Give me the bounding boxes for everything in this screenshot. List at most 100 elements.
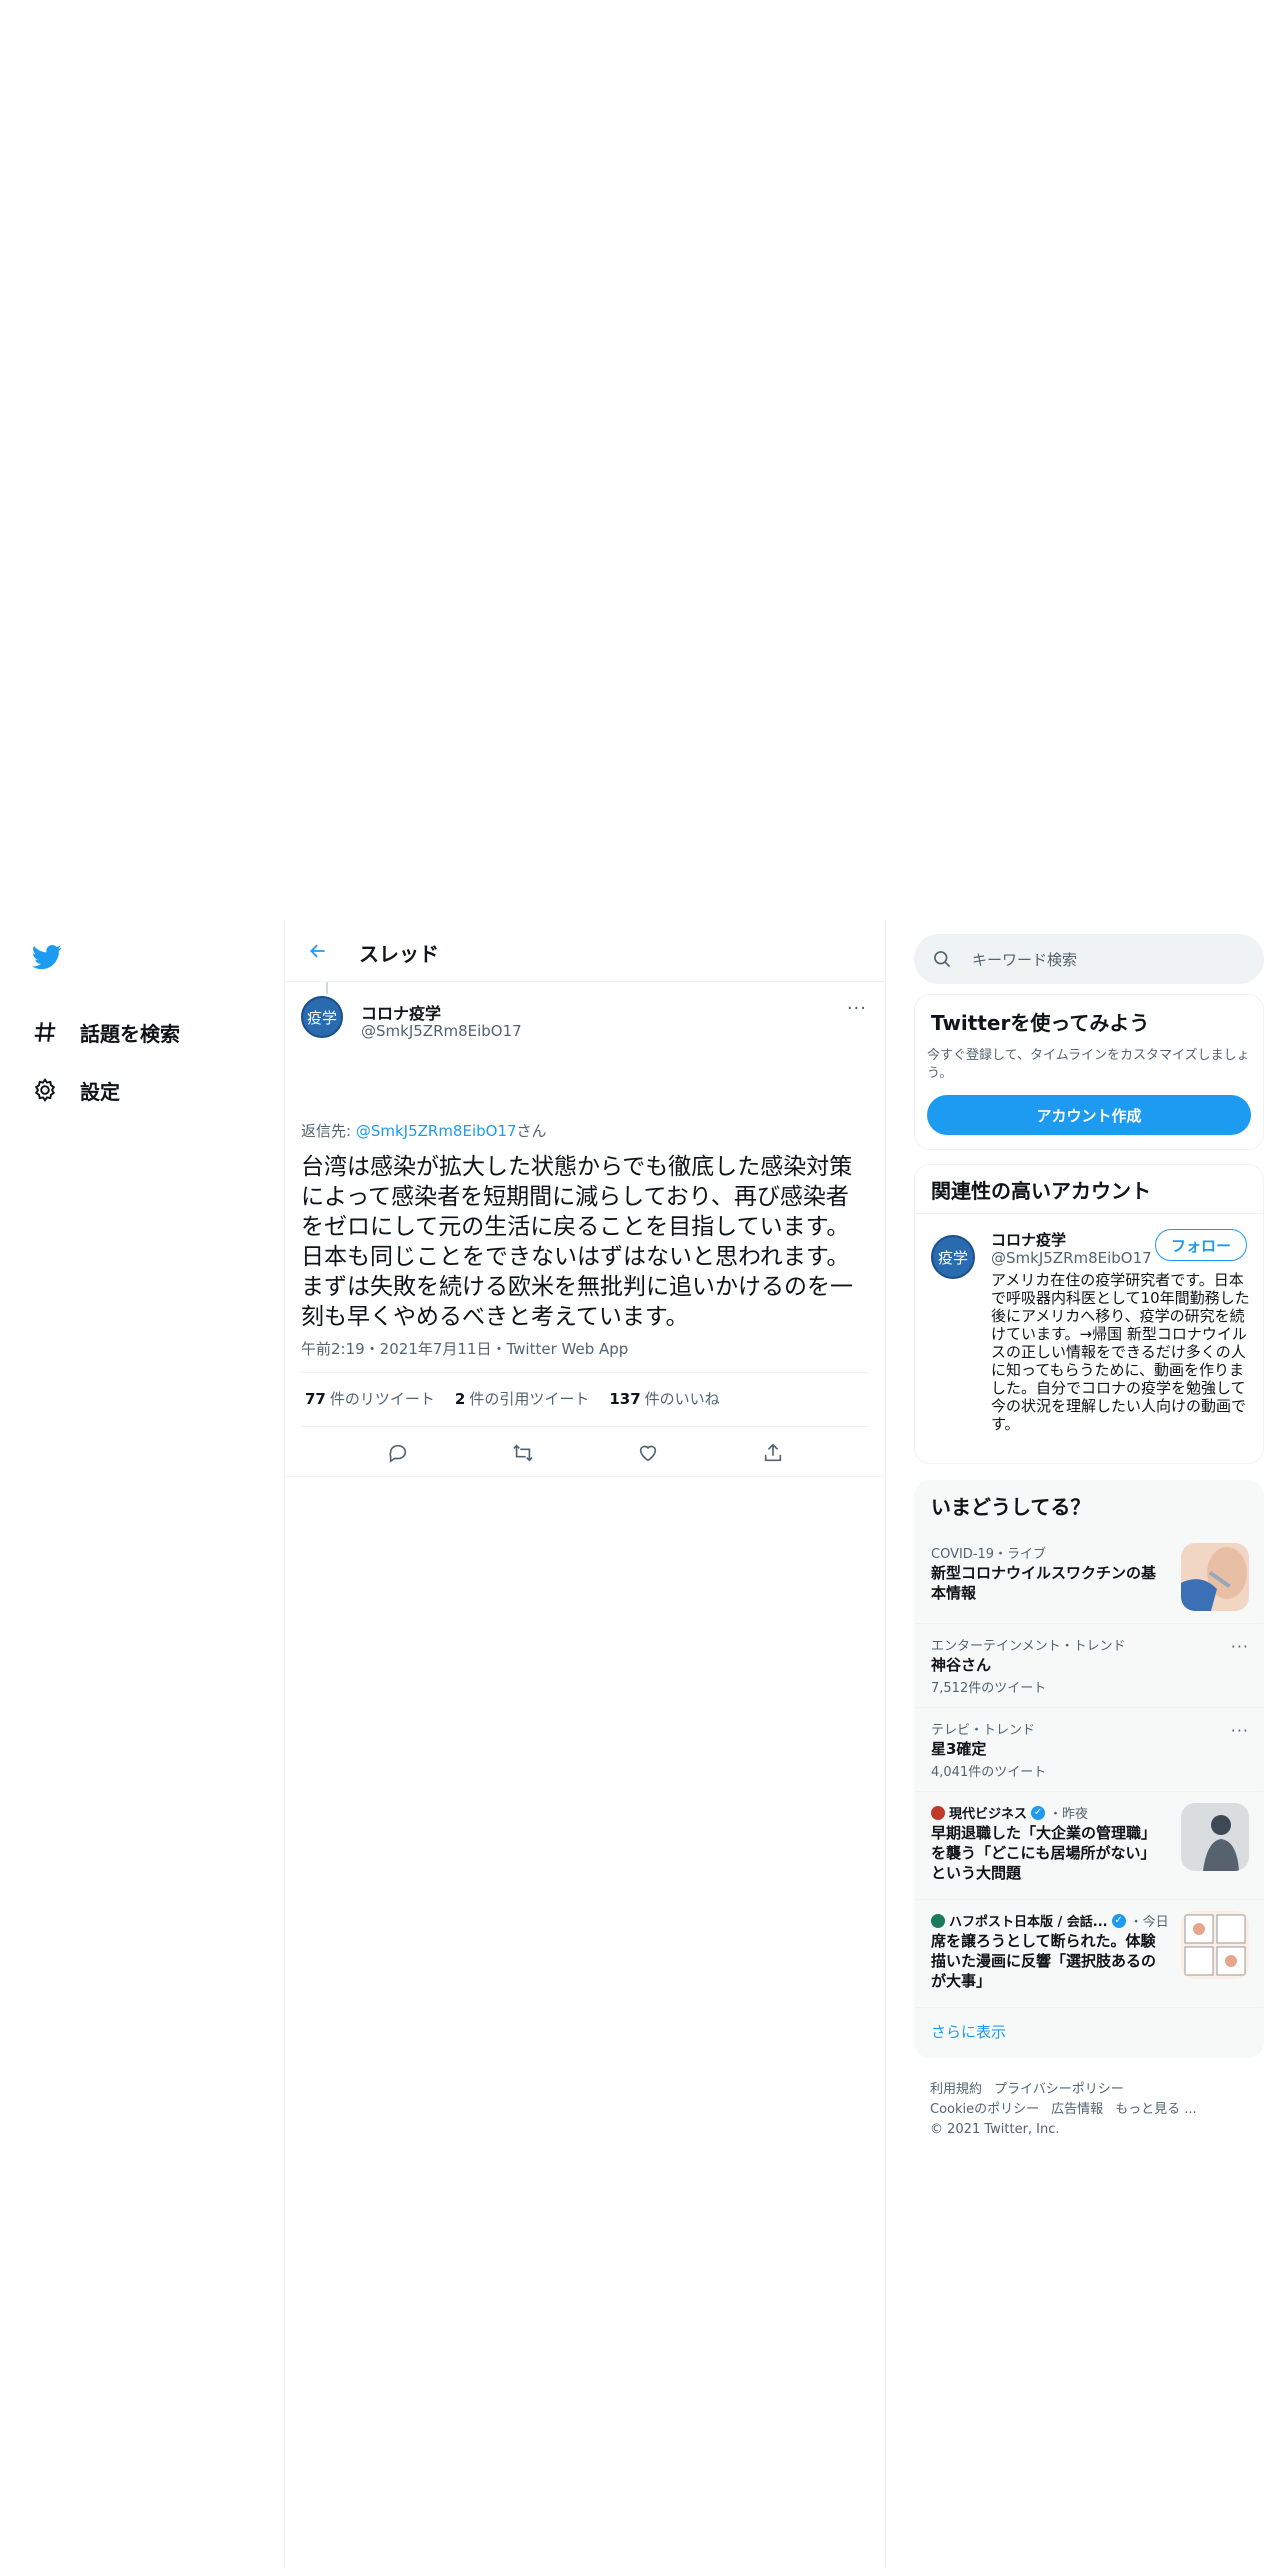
thread-line xyxy=(326,982,328,994)
show-more-link[interactable]: さらに表示 xyxy=(931,2021,1006,2042)
trend-title: 星3確定 xyxy=(931,1740,987,1758)
author-name[interactable]: コロナ疫学 xyxy=(361,1000,441,1024)
thread-header: スレッド xyxy=(285,920,885,982)
tweet-stats: 77 件のリツイート 2 件の引用ツイート 137 件のいいね xyxy=(305,1388,740,1409)
source-name: 現代ビジネス xyxy=(949,1807,1028,1822)
nav-item-explore[interactable]: 話題を検索 xyxy=(30,1010,180,1054)
page-title: スレッド xyxy=(359,942,439,966)
footer-link-cookies[interactable]: Cookieのポリシー xyxy=(930,2102,1039,2117)
trend-title: 新型コロナウイルスワクチンの基本情報 xyxy=(931,1564,1157,1602)
divider xyxy=(301,1426,869,1427)
divider xyxy=(915,2007,1263,2008)
news-title: 早期退職した「大企業の管理職」を襲う「どこにも居場所がない」という大問題 xyxy=(931,1824,1157,1882)
signup-description: 今すぐ登録して、タイムラインをカスタマイズしましょう。 xyxy=(927,1048,1250,1081)
search-input[interactable]: キーワード検索 xyxy=(972,949,1077,970)
reply-suffix: さん xyxy=(516,1122,547,1140)
more-options-icon[interactable]: ··· xyxy=(1231,1721,1249,1740)
reply-to: 返信先: @SmkJ5ZRm8EibO17さん xyxy=(301,1120,547,1141)
relevant-accounts-card: 関連性の高いアカウント 疫学 コロナ疫学 @SmkJ5ZRm8EibO17 フォ… xyxy=(914,1164,1264,1464)
news-source: 現代ビジネス ✓ ・昨夜 xyxy=(931,1803,1088,1822)
footer: 利用規約 プライバシーポリシー Cookieのポリシー 広告情報 もっと見る ... … xyxy=(930,2080,1260,2140)
create-account-button[interactable]: アカウント作成 xyxy=(927,1095,1251,1135)
trend-meta: テレビ・トレンド xyxy=(931,1723,1036,1738)
reply-prefix: 返信先: xyxy=(301,1122,356,1140)
account-name[interactable]: コロナ疫学 xyxy=(991,1229,1066,1250)
more-options-icon[interactable]: ··· xyxy=(1231,1637,1249,1656)
verified-icon: ✓ xyxy=(1031,1805,1046,1820)
like-stat[interactable]: 137 件のいいね xyxy=(609,1388,719,1409)
twitter-logo-icon[interactable] xyxy=(30,942,64,972)
nav-item-settings[interactable]: 設定 xyxy=(30,1068,120,1112)
quote-stat[interactable]: 2 件の引用ツイート xyxy=(455,1388,589,1409)
news-time: ・今日 xyxy=(1129,1915,1169,1930)
heart-icon[interactable] xyxy=(635,1440,661,1466)
account-handle[interactable]: @SmkJ5ZRm8EibO17 xyxy=(991,1249,1152,1267)
divider xyxy=(301,1372,869,1373)
footer-link-more[interactable]: もっと見る ... xyxy=(1115,2102,1197,2117)
divider xyxy=(915,1791,1263,1792)
trend-count: 4,041件のツイート xyxy=(931,1765,1047,1780)
trend-meta: エンターテインメント・トレンド xyxy=(931,1639,1126,1654)
copyright: © 2021 Twitter, Inc. xyxy=(930,2122,1060,2137)
tweet-actions xyxy=(285,1428,885,1478)
more-options-icon[interactable]: ··· xyxy=(847,998,867,1019)
author-handle[interactable]: @SmkJ5ZRm8EibO17 xyxy=(361,1022,522,1040)
divider xyxy=(915,1707,1263,1708)
main-column: スレッド 疫学 コロナ疫学 @SmkJ5ZRm8EibO17 ··· 返信先: … xyxy=(285,920,885,1482)
trends-card: いまどうしてる？ COVID-19・ライブ 新型コロナウイルスワクチンの基本情報… xyxy=(914,1480,1264,2058)
signup-card: Twitterを使ってみよう 今すぐ登録して、タイムラインをカスタマイズしましょ… xyxy=(914,994,1264,1150)
avatar[interactable]: 疫学 xyxy=(931,1235,975,1279)
reply-mention-link[interactable]: @SmkJ5ZRm8EibO17 xyxy=(356,1122,517,1140)
back-arrow-icon[interactable] xyxy=(303,936,333,966)
trend-item[interactable]: COVID-19・ライブ 新型コロナウイルスワクチンの基本情報 xyxy=(915,1543,1265,1623)
divider xyxy=(915,1213,1263,1214)
divider xyxy=(285,1476,885,1477)
news-source: ハフポスト日本版 / 会話... ✓ ・今日 xyxy=(931,1911,1169,1930)
footer-link-ads[interactable]: 広告情報 xyxy=(1051,2102,1103,2117)
news-item[interactable]: 現代ビジネス ✓ ・昨夜 早期退職した「大企業の管理職」を襲う「どこにも居場所が… xyxy=(915,1803,1265,1893)
news-item[interactable]: ハフポスト日本版 / 会話... ✓ ・今日 席を譲ろうとして断られた。体験描い… xyxy=(915,1911,1265,2001)
like-count: 137 xyxy=(609,1390,641,1408)
news-thumbnail-image xyxy=(1181,1803,1249,1871)
news-thumbnail-image xyxy=(1181,1911,1249,1979)
search-icon xyxy=(932,949,952,969)
tweet-meta[interactable]: 午前2:19・2021年7月11日・Twitter Web App xyxy=(301,1338,628,1359)
trends-title: いまどうしてる？ xyxy=(931,1495,1091,1519)
divider xyxy=(915,1623,1263,1624)
nav-item-label: 話題を検索 xyxy=(80,1021,180,1046)
trend-meta: COVID-19・ライブ xyxy=(931,1547,1047,1562)
trend-item[interactable]: エンターテインメント・トレンド 神谷さん 7,512件のツイート ··· xyxy=(915,1635,1265,1705)
hashtag-icon xyxy=(30,1017,60,1047)
source-logo-icon xyxy=(931,1913,945,1928)
footer-link-privacy[interactable]: プライバシーポリシー xyxy=(994,2082,1124,2097)
tweet: 疫学 コロナ疫学 @SmkJ5ZRm8EibO17 ··· 返信先: @SmkJ… xyxy=(285,982,885,1482)
quote-label: 件の引用ツイート xyxy=(469,1390,590,1408)
trend-count: 7,512件のツイート xyxy=(931,1681,1047,1696)
source-logo-icon xyxy=(931,1805,945,1820)
news-time: ・昨夜 xyxy=(1049,1807,1089,1822)
tweet-text: 台湾は感染が拡大した状態からでも徹底した感染対策によって感染者を短期間に減らして… xyxy=(301,1154,853,1330)
nav-item-label: 設定 xyxy=(80,1079,120,1104)
trend-title: 神谷さん xyxy=(931,1656,992,1674)
like-label: 件のいいね xyxy=(644,1390,720,1408)
share-icon[interactable] xyxy=(760,1440,786,1466)
search-bar[interactable]: キーワード検索 xyxy=(914,934,1264,984)
gear-icon xyxy=(30,1075,60,1105)
account-bio: アメリカ在住の疫学研究者です。日本で呼吸器内科医として10年間勤務した後にアメリ… xyxy=(991,1271,1250,1433)
quote-count: 2 xyxy=(454,1390,466,1408)
retweet-count: 77 xyxy=(305,1390,326,1408)
follow-button[interactable]: フォロー xyxy=(1155,1229,1247,1261)
signup-title: Twitterを使ってみよう xyxy=(931,1011,1150,1035)
divider xyxy=(915,1899,1263,1900)
trend-item[interactable]: テレビ・トレンド 星3確定 4,041件のツイート ··· xyxy=(915,1719,1265,1789)
reply-icon[interactable] xyxy=(385,1440,411,1466)
news-title: 席を譲ろうとして断られた。体験描いた漫画に反響「選択肢あるのが大事」 xyxy=(931,1932,1157,1990)
vaccine-image xyxy=(1181,1543,1249,1611)
avatar[interactable]: 疫学 xyxy=(301,996,343,1038)
relevant-title: 関連性の高いアカウント xyxy=(931,1179,1151,1203)
footer-link-terms[interactable]: 利用規約 xyxy=(930,2082,982,2097)
source-name: ハフポスト日本版 / 会話... xyxy=(949,1915,1108,1930)
verified-icon: ✓ xyxy=(1111,1913,1126,1928)
retweet-stat[interactable]: 77 件のリツイート xyxy=(305,1388,435,1409)
retweet-icon[interactable] xyxy=(510,1440,536,1466)
